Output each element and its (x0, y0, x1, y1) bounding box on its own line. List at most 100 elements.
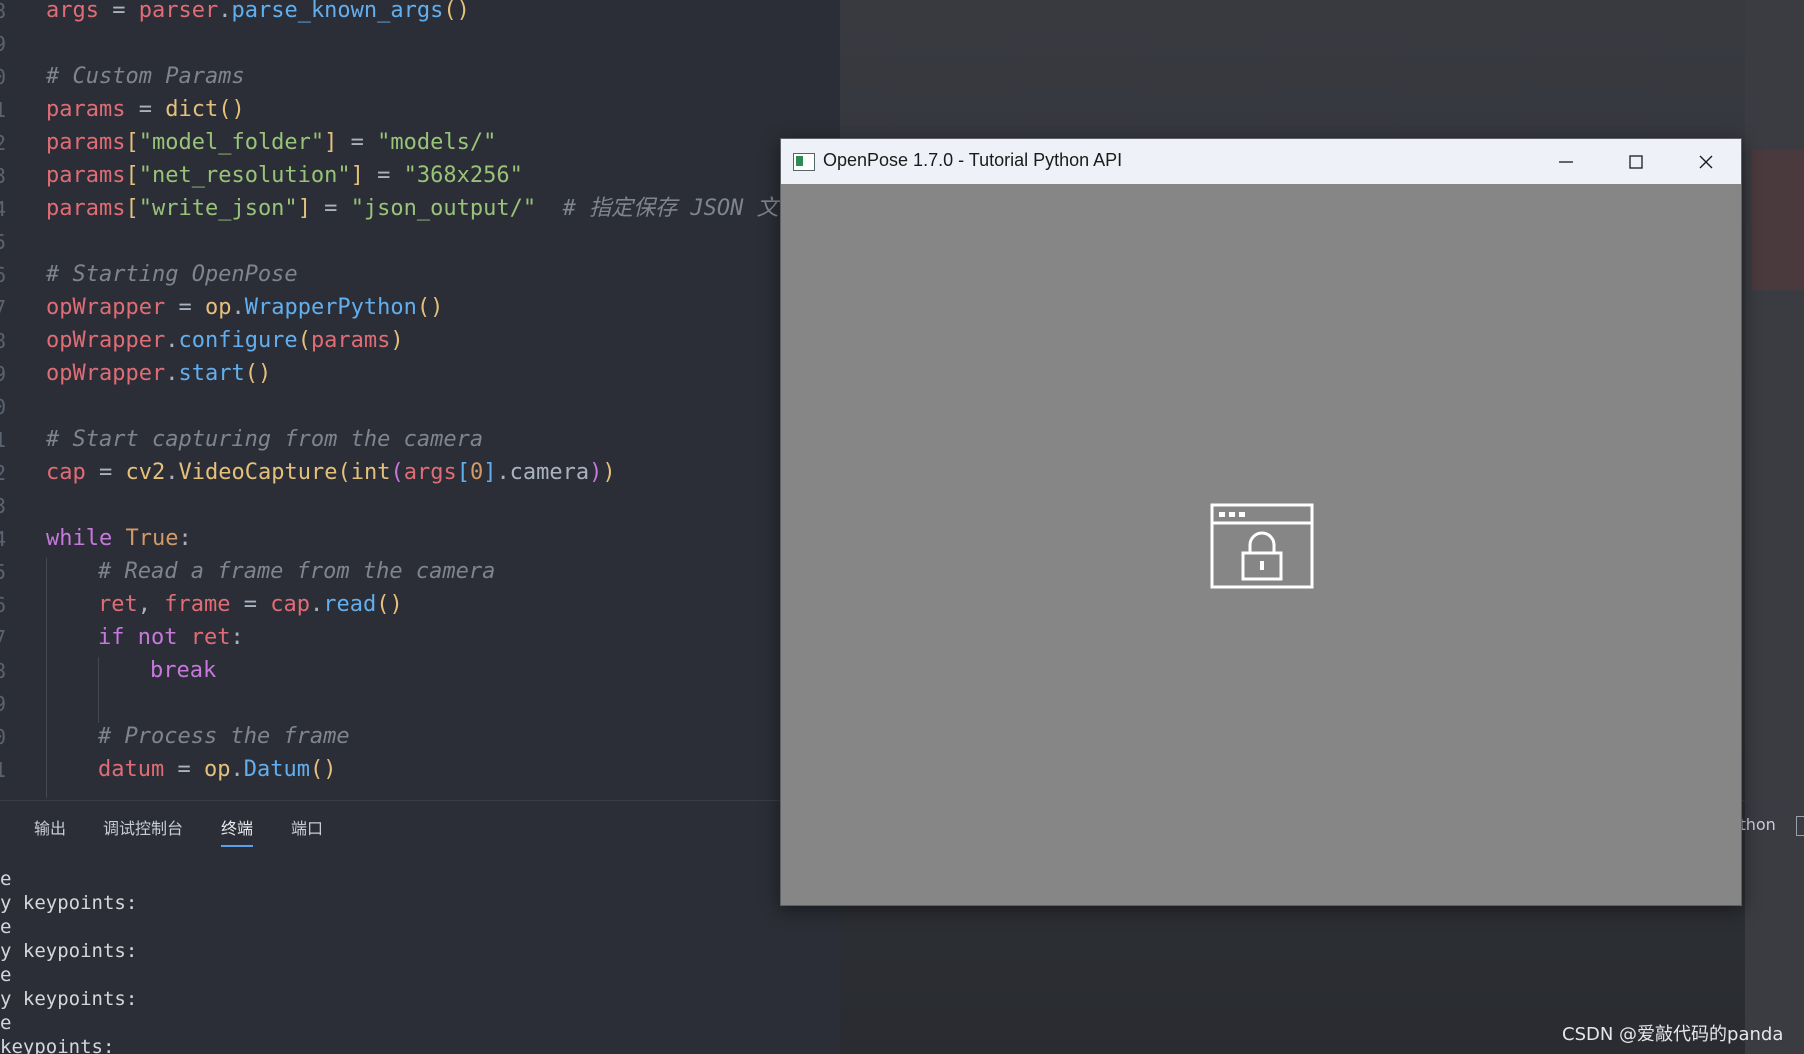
code-token: params (46, 163, 126, 188)
code-line[interactable]: 4 params["write_json"] = "json_output/" #… (0, 195, 800, 228)
code-text: cap = cv2.VideoCapture(int(args[0].camer… (46, 459, 616, 487)
code-line[interactable]: 4 while True: (0, 525, 800, 558)
code-text: # Read a frame from the camera (98, 558, 495, 586)
tab-ports[interactable]: 端口 (291, 815, 323, 839)
code-line[interactable]: 3 params["net_resolution"] = "368x256" (0, 162, 800, 195)
terminal-line: y keypoints: (0, 988, 138, 1010)
close-icon (1699, 155, 1713, 168)
code-line[interactable]: 9 opWrapper.start() (0, 360, 800, 393)
code-line[interactable]: 8 args = parser.parse_known_args() (0, 0, 800, 30)
code-line[interactable]: 2 cap = cv2.VideoCapture(int(args[0].came… (0, 459, 800, 492)
code-token: . (165, 361, 179, 386)
code-token: cap (46, 460, 86, 485)
code-token: .camera (496, 460, 590, 485)
code-token: : (178, 526, 192, 551)
code-token: opWrapper (46, 328, 166, 353)
code-line[interactable]: 5 (0, 228, 800, 261)
code-line[interactable]: 6 ret, frame = cap.read() (0, 591, 800, 624)
code-token: () (443, 0, 470, 23)
code-text: opWrapper.configure(params) (46, 327, 404, 355)
code-token: # 指定保存 JSON 文 (562, 196, 779, 221)
line-number: 8 (0, 659, 7, 683)
code-token: WrapperPython (244, 295, 417, 320)
code-token: ( (337, 460, 351, 485)
code-line[interactable]: 0 (0, 393, 800, 426)
code-token: = (337, 130, 378, 155)
code-token: read (323, 592, 377, 617)
code-token: . (231, 295, 245, 320)
code-token: # Process the frame (98, 724, 350, 749)
line-number: 7 (0, 626, 7, 650)
openpose-window[interactable]: OpenPose 1.7.0 - Tutorial Python API (780, 138, 1742, 906)
code-token: # Start capturing from the camera (46, 427, 484, 452)
code-token: parser (138, 0, 219, 23)
line-number: 2 (0, 461, 7, 485)
code-token: op (203, 757, 231, 782)
code-token: params (46, 196, 126, 221)
code-token: # Read a frame from the camera (98, 559, 496, 584)
code-line[interactable]: 3 (0, 492, 800, 525)
line-number: 7 (0, 296, 7, 320)
line-number: 4 (0, 527, 7, 551)
code-token: ) (602, 460, 616, 485)
line-number: 1 (0, 98, 7, 122)
maximize-button[interactable] (1601, 139, 1671, 184)
code-line[interactable]: 5 # Read a frame from the camera (0, 558, 800, 591)
code-token: Datum (243, 757, 310, 782)
window-titlebar[interactable]: OpenPose 1.7.0 - Tutorial Python API (781, 139, 1741, 184)
code-text: args = parser.parse_known_args() (46, 0, 470, 25)
tab-debug-console[interactable]: 调试控制台 (103, 815, 183, 839)
csdn-watermark: CSDN @爱敲代码的panda (1562, 1024, 1784, 1045)
code-line[interactable]: 9 (0, 30, 800, 63)
code-text: if not ret: (98, 624, 244, 652)
code-line[interactable]: 9 (0, 690, 800, 723)
code-line[interactable]: 7 opWrapper = op.WrapperPython() (0, 294, 800, 327)
code-token: = (363, 163, 404, 188)
code-token: . (165, 460, 179, 485)
minimize-icon (1559, 160, 1573, 163)
code-token: () (309, 757, 337, 782)
code-line[interactable]: 1 datum = op.Datum() (0, 756, 800, 789)
code-token: = (125, 97, 166, 122)
code-line[interactable]: 7 if not ret: (0, 624, 800, 657)
code-editor[interactable]: 8 args = parser.parse_known_args() 9 0 # Cus… (0, 0, 800, 798)
panel-layout-icon[interactable] (1796, 816, 1804, 836)
code-line[interactable]: 0 # Custom Params (0, 63, 800, 96)
line-number: 1 (0, 758, 7, 782)
tab-output[interactable]: 输出 (34, 815, 66, 839)
code-line[interactable]: 2 params["model_folder"] = "models/" (0, 129, 800, 162)
code-token: frame (164, 592, 231, 617)
code-line[interactable]: 0 # Process the frame (0, 723, 800, 756)
code-token: opWrapper (46, 295, 166, 320)
code-token: "json_output/" (350, 196, 537, 221)
code-token: () (244, 361, 272, 386)
code-line[interactable]: 8 opWrapper.configure(params) (0, 327, 800, 360)
terminal-output[interactable]: ey keypoints: e y keypoints: e y keypoints: e… (0, 868, 760, 1054)
code-token: ) (589, 460, 603, 485)
code-text: opWrapper.start() (46, 360, 271, 388)
code-token: args (403, 460, 457, 485)
code-line[interactable]: 1 # Start capturing from the camera (0, 426, 800, 459)
minimize-button[interactable] (1531, 139, 1601, 184)
code-text: params["write_json"] = "json_output/" # … (46, 195, 779, 223)
close-button[interactable] (1671, 139, 1741, 184)
window-title: OpenPose 1.7.0 - Tutorial Python API (823, 150, 1123, 170)
terminal-line: y keypoints: (0, 940, 138, 962)
code-token: [ (125, 130, 139, 155)
code-line[interactable]: 6 # Starting OpenPose (0, 261, 800, 294)
indent-guide (46, 558, 47, 798)
code-text: ret, frame = cap.read() (98, 591, 403, 619)
terminal-line: keypoints: (0, 1036, 115, 1054)
code-token: . (309, 592, 324, 617)
line-number: 6 (0, 593, 7, 617)
terminal-line: e (0, 1012, 12, 1034)
line-number: 8 (0, 0, 7, 23)
code-token: ] (324, 130, 338, 155)
code-token: = (98, 0, 139, 23)
code-line[interactable]: 8 break (0, 657, 800, 690)
tab-terminal[interactable]: 终端 (221, 815, 254, 847)
code-token: # Custom Params (46, 64, 245, 89)
code-line[interactable]: 1 params = dict() (0, 96, 800, 129)
code-token: ret (190, 625, 231, 650)
code-token: "net_resolution" (138, 163, 351, 188)
